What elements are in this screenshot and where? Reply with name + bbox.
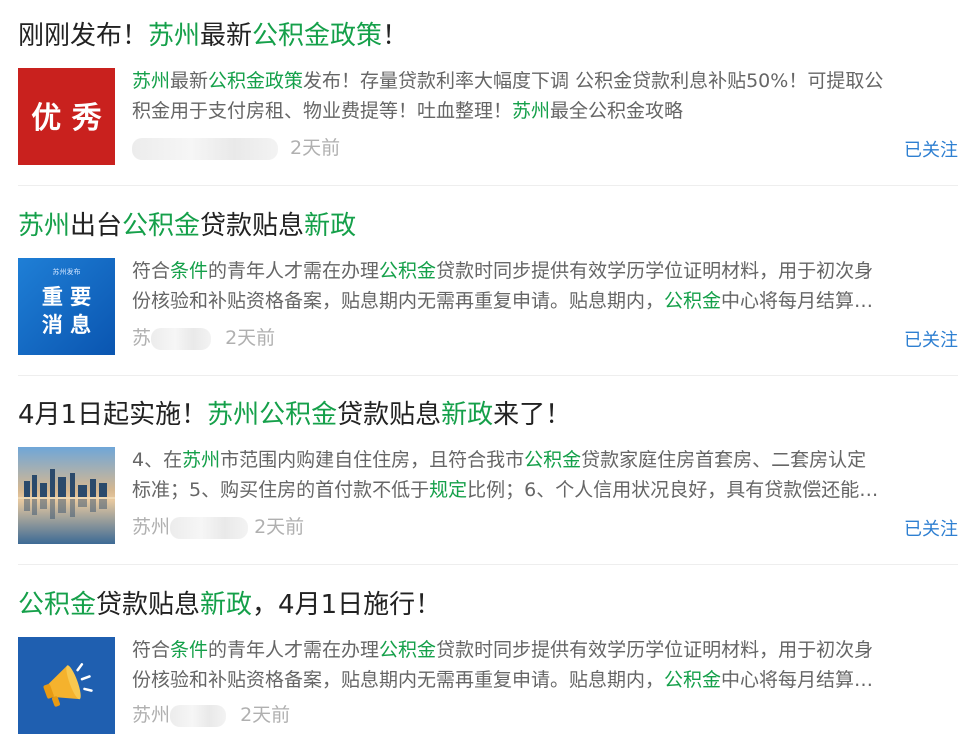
news-meta: 苏州 2天前 bbox=[132, 514, 304, 540]
svg-text:消 息: 消 息 bbox=[42, 312, 91, 337]
news-meta: 苏州 2天前 bbox=[132, 702, 290, 728]
news-item[interactable]: 4月1日起实施！苏州公积金贷款贴息新政来了！ 4、在苏州市范围内购建自住住房，且… bbox=[18, 395, 958, 565]
news-title[interactable]: 4月1日起实施！苏州公积金贷款贴息新政来了！ bbox=[18, 395, 571, 435]
news-meta: 苏 2天前 bbox=[132, 325, 275, 351]
news-thumbnail[interactable] bbox=[18, 447, 115, 544]
news-feed: 刚刚发布！苏州最新公积金政策！ 优 秀 苏州最新公积金政策发布！存量贷款利率大幅… bbox=[0, 0, 978, 741]
publish-time: 2天前 bbox=[254, 516, 305, 538]
follow-button[interactable]: 已关注 bbox=[904, 136, 958, 162]
source-name: 苏州 bbox=[132, 704, 171, 726]
news-meta: 2天前 bbox=[132, 135, 340, 161]
news-title[interactable]: 刚刚发布！苏州最新公积金政策！ bbox=[18, 16, 408, 56]
follow-button[interactable]: 已关注 bbox=[904, 326, 958, 352]
news-summary: 符合条件的青年人才需在办理公积金贷款时同步提供有效学历学位证明材料，用于初次身 … bbox=[132, 260, 874, 312]
source-name: 苏州 bbox=[132, 516, 171, 538]
news-item[interactable]: 刚刚发布！苏州最新公积金政策！ 优 秀 苏州最新公积金政策发布！存量贷款利率大幅… bbox=[18, 16, 958, 186]
follow-button[interactable]: 已关注 bbox=[904, 515, 958, 541]
thumbnail-text: 优 秀 bbox=[31, 101, 101, 136]
news-thumbnail[interactable]: 苏州发布 重 要 消 息 bbox=[18, 258, 115, 355]
news-item[interactable]: 公积金贷款贴息新政，4月1日施行！ 符合条件的青年人才需在办理公积金贷款时同步提… bbox=[18, 585, 958, 741]
news-thumbnail[interactable] bbox=[18, 637, 115, 734]
news-title[interactable]: 苏州出台公积金贷款贴息新政 bbox=[18, 206, 356, 246]
thumbnail-text: 重 要 bbox=[42, 284, 91, 309]
source-name: 苏 bbox=[132, 327, 152, 349]
news-title[interactable]: 公积金贷款贴息新政，4月1日施行！ bbox=[18, 585, 441, 625]
news-summary: 苏州最新公积金政策发布！存量贷款利率大幅度下调 公积金贷款利息补贴50%！可提取… bbox=[132, 70, 884, 122]
news-summary: 4、在苏州市范围内购建自住住房，且符合我市公积金贷款家庭住房首套房、二套房认定 … bbox=[132, 449, 879, 501]
blurred-source bbox=[170, 704, 227, 727]
news-summary: 符合条件的青年人才需在办理公积金贷款时同步提供有效学历学位证明材料，用于初次身 … bbox=[132, 639, 874, 691]
publish-time: 2天前 bbox=[290, 137, 341, 159]
news-item[interactable]: 苏州出台公积金贷款贴息新政 苏州发布 重 要 消 息 符合条件的青年人才需在办理… bbox=[18, 206, 958, 376]
thumbnail-caption: 苏州发布 bbox=[53, 267, 81, 276]
publish-time: 2天前 bbox=[240, 704, 291, 726]
blurred-source bbox=[170, 516, 249, 539]
blurred-source bbox=[151, 327, 212, 350]
news-thumbnail[interactable]: 优 秀 bbox=[18, 68, 115, 165]
publish-time: 2天前 bbox=[225, 327, 276, 349]
blurred-source bbox=[132, 137, 278, 160]
